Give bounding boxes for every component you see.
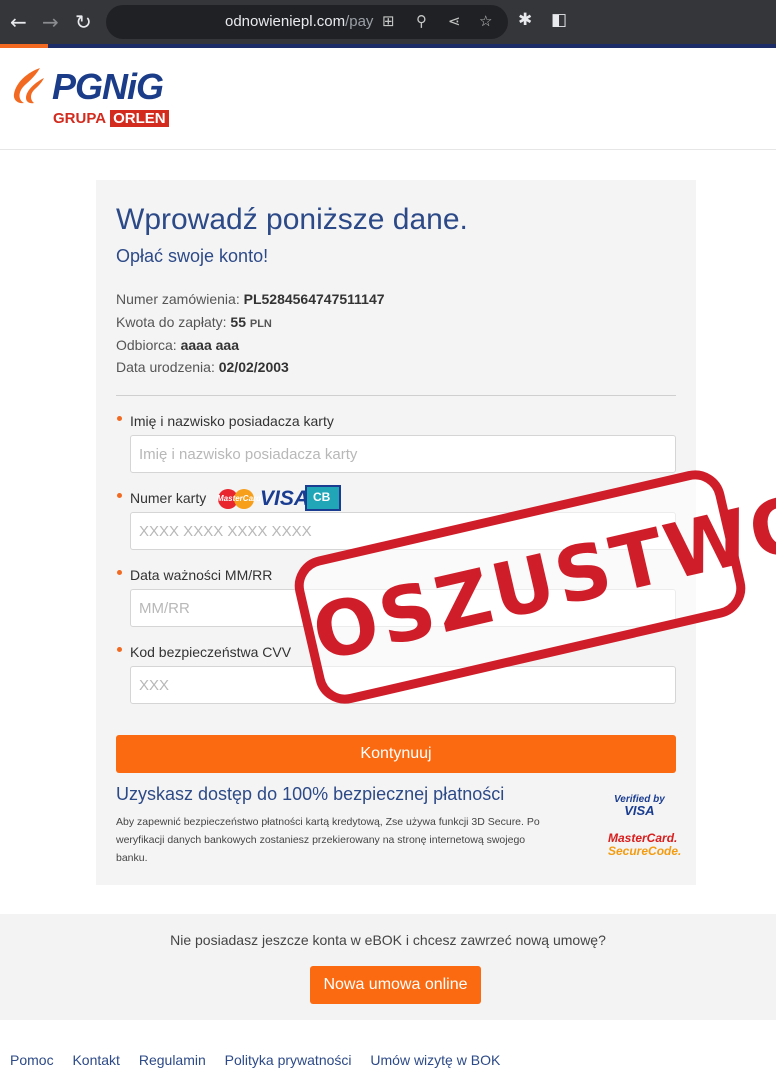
url-text[interactable]: odnowieniepl.com/pay <box>225 13 373 30</box>
side-panel-icon[interactable]: ◧ <box>551 10 567 30</box>
translate-icon[interactable]: ⊞ <box>382 12 395 30</box>
birthdate-row: Data urodzenia: 02/02/2003 <box>116 359 289 375</box>
recipient-row: Odbiorca: aaaa aaa <box>116 337 239 353</box>
required-bullet-icon <box>117 416 122 421</box>
site-header: PGNiG GRUPA ORLEN <box>0 48 776 150</box>
cb-logo-icon: CB <box>305 485 341 511</box>
logo-wordmark: PGNiG <box>52 66 164 107</box>
mastercard-securecode-badge: MasterCard. SecureCode. <box>608 831 682 858</box>
location-pin-icon[interactable]: ⚲ <box>416 12 427 30</box>
footer-link-contact[interactable]: Kontakt <box>72 1052 119 1068</box>
back-arrow-icon[interactable]: ← <box>10 11 27 33</box>
cardholder-name-input[interactable] <box>130 435 676 473</box>
new-contract-band: Nie posiadasz jeszcze konta w eBOK i chc… <box>0 914 776 1020</box>
bookmark-star-icon[interactable]: ☆ <box>479 12 492 30</box>
secure-payment-title: Uzyskasz dostęp do 100% bezpiecznej płat… <box>116 784 505 804</box>
verified-by-visa-badge: Verified by VISA <box>614 794 665 818</box>
expiry-label: Data ważności MM/RR <box>130 567 273 583</box>
mastercard-logo-icon: MasterCard <box>216 487 261 511</box>
share-icon[interactable]: ⋖ <box>448 12 461 30</box>
card-number-label: Numer karty <box>130 490 207 506</box>
required-bullet-icon <box>117 570 122 575</box>
new-contract-button[interactable]: Nowa umowa online <box>310 966 481 1004</box>
footer-link-help[interactable]: Pomoc <box>10 1052 54 1068</box>
extensions-puzzle-icon[interactable]: ✱ <box>518 10 532 30</box>
required-bullet-icon <box>117 647 122 652</box>
footer-links: Pomoc Kontakt Regulamin Polityka prywatn… <box>10 1052 515 1068</box>
footer-link-privacy[interactable]: Polityka prywatności <box>225 1052 352 1068</box>
required-bullet-icon <box>117 493 122 498</box>
forward-arrow-icon[interactable]: → <box>42 11 59 33</box>
logo-subtitle: GRUPA ORLEN <box>53 110 169 128</box>
visa-logo-icon: VISA <box>260 487 310 510</box>
page-title: Wprowadź poniższe dane. <box>116 203 468 236</box>
cardholder-label: Imię i nazwisko posiadacza karty <box>130 413 334 429</box>
browser-toolbar: ← → ↻ odnowieniepl.com/pay ⊞ ⚲ ⋖ ☆ ✱ ◧ <box>0 0 776 44</box>
new-contract-text: Nie posiadasz jeszcze konta w eBOK i chc… <box>170 932 606 948</box>
reload-icon[interactable]: ↻ <box>75 11 92 33</box>
footer-link-book-visit[interactable]: Umów wizytę w BOK <box>370 1052 500 1068</box>
continue-button[interactable]: Kontynuuj <box>116 735 676 773</box>
secure-payment-text: Aby zapewnić bezpieczeństwo płatności ka… <box>116 816 540 864</box>
divider <box>116 395 676 396</box>
order-number-row: Numer zamówienia: PL5284564747511147 <box>116 291 385 307</box>
amount-row: Kwota do zapłaty: 55 PLN <box>116 314 272 330</box>
flame-logo-icon <box>13 68 44 104</box>
page-subtitle: Opłać swoje konto! <box>116 246 269 266</box>
cvv-label: Kod bezpieczeństwa CVV <box>130 644 292 660</box>
footer-link-terms[interactable]: Regulamin <box>139 1052 206 1068</box>
